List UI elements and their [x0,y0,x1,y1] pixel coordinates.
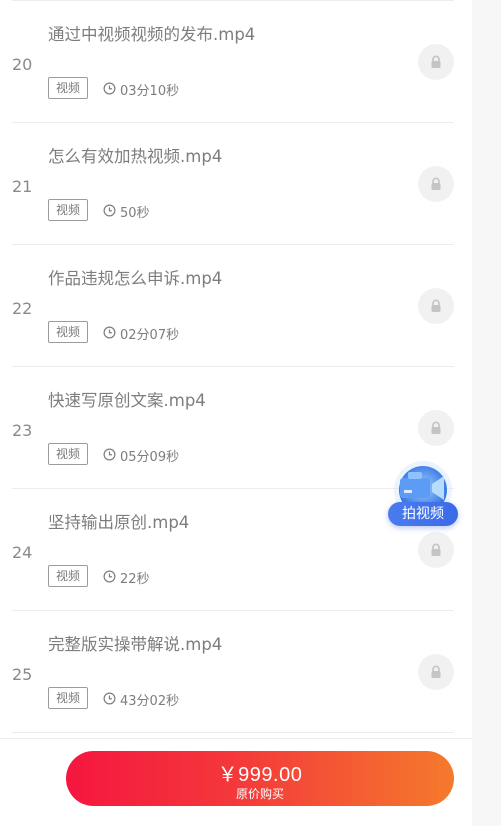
buy-button[interactable]: ￥999.00 原价购买 [66,751,454,806]
lesson-row[interactable]: 22 作品违规怎么申诉.mp4 视频 02分07秒 [0,245,472,367]
lesson-duration: 43分02秒 [120,694,180,709]
lesson-title: 坚持输出原创.mp4 [48,513,190,532]
lesson-type-tag: 视频 [48,77,88,99]
lesson-title: 快速写原创文案.mp4 [48,391,206,410]
lesson-title: 作品违规怎么申诉.mp4 [48,269,223,288]
lesson-type-tag: 视频 [48,443,88,465]
course-catalog-panel: 20 通过中视频视频的发布.mp4 视频 03分10秒 21 怎么有效加热视频.… [0,0,472,826]
lesson-index: 21 [12,177,33,196]
lock-icon [418,410,454,446]
lesson-index: 24 [12,543,33,562]
lesson-duration: 03分10秒 [120,84,180,99]
lesson-index: 22 [12,299,33,318]
lock-icon [418,288,454,324]
lesson-index: 25 [12,665,33,684]
lesson-duration: 02分07秒 [120,328,180,343]
clock-icon [103,692,116,705]
lesson-row[interactable]: 21 怎么有效加热视频.mp4 视频 50秒 [0,123,472,245]
lesson-type-tag: 视频 [48,565,88,587]
shoot-video-button[interactable]: 拍视频 [386,460,460,530]
lesson-duration: 22秒 [120,572,150,587]
lock-icon [418,654,454,690]
clock-icon [103,570,116,583]
lock-icon [418,166,454,202]
purchase-bar: ￥999.00 原价购买 [0,738,472,826]
lesson-index: 23 [12,421,33,440]
lesson-duration: 50秒 [120,206,150,221]
lesson-row[interactable]: 20 通过中视频视频的发布.mp4 视频 03分10秒 [0,1,472,123]
lesson-title: 完整版实操带解说.mp4 [48,635,223,654]
lesson-row[interactable]: 25 完整版实操带解说.mp4 视频 43分02秒 [0,611,472,733]
clock-icon [103,448,116,461]
price-label: ￥999.00 [217,764,303,786]
clock-icon [103,204,116,217]
lesson-type-tag: 视频 [48,321,88,343]
buy-label: 原价购买 [235,787,284,801]
lesson-type-tag: 视频 [48,199,88,221]
lesson-type-tag: 视频 [48,687,88,709]
lesson-title: 怎么有效加热视频.mp4 [48,147,223,166]
lesson-index: 20 [12,55,33,74]
clock-icon [103,82,116,95]
lesson-duration: 05分09秒 [120,450,180,465]
lock-icon [418,532,454,568]
shoot-video-label: 拍视频 [388,502,458,526]
lock-icon [418,44,454,80]
lesson-title: 通过中视频视频的发布.mp4 [48,25,256,44]
clock-icon [103,326,116,339]
row-divider [12,732,454,733]
